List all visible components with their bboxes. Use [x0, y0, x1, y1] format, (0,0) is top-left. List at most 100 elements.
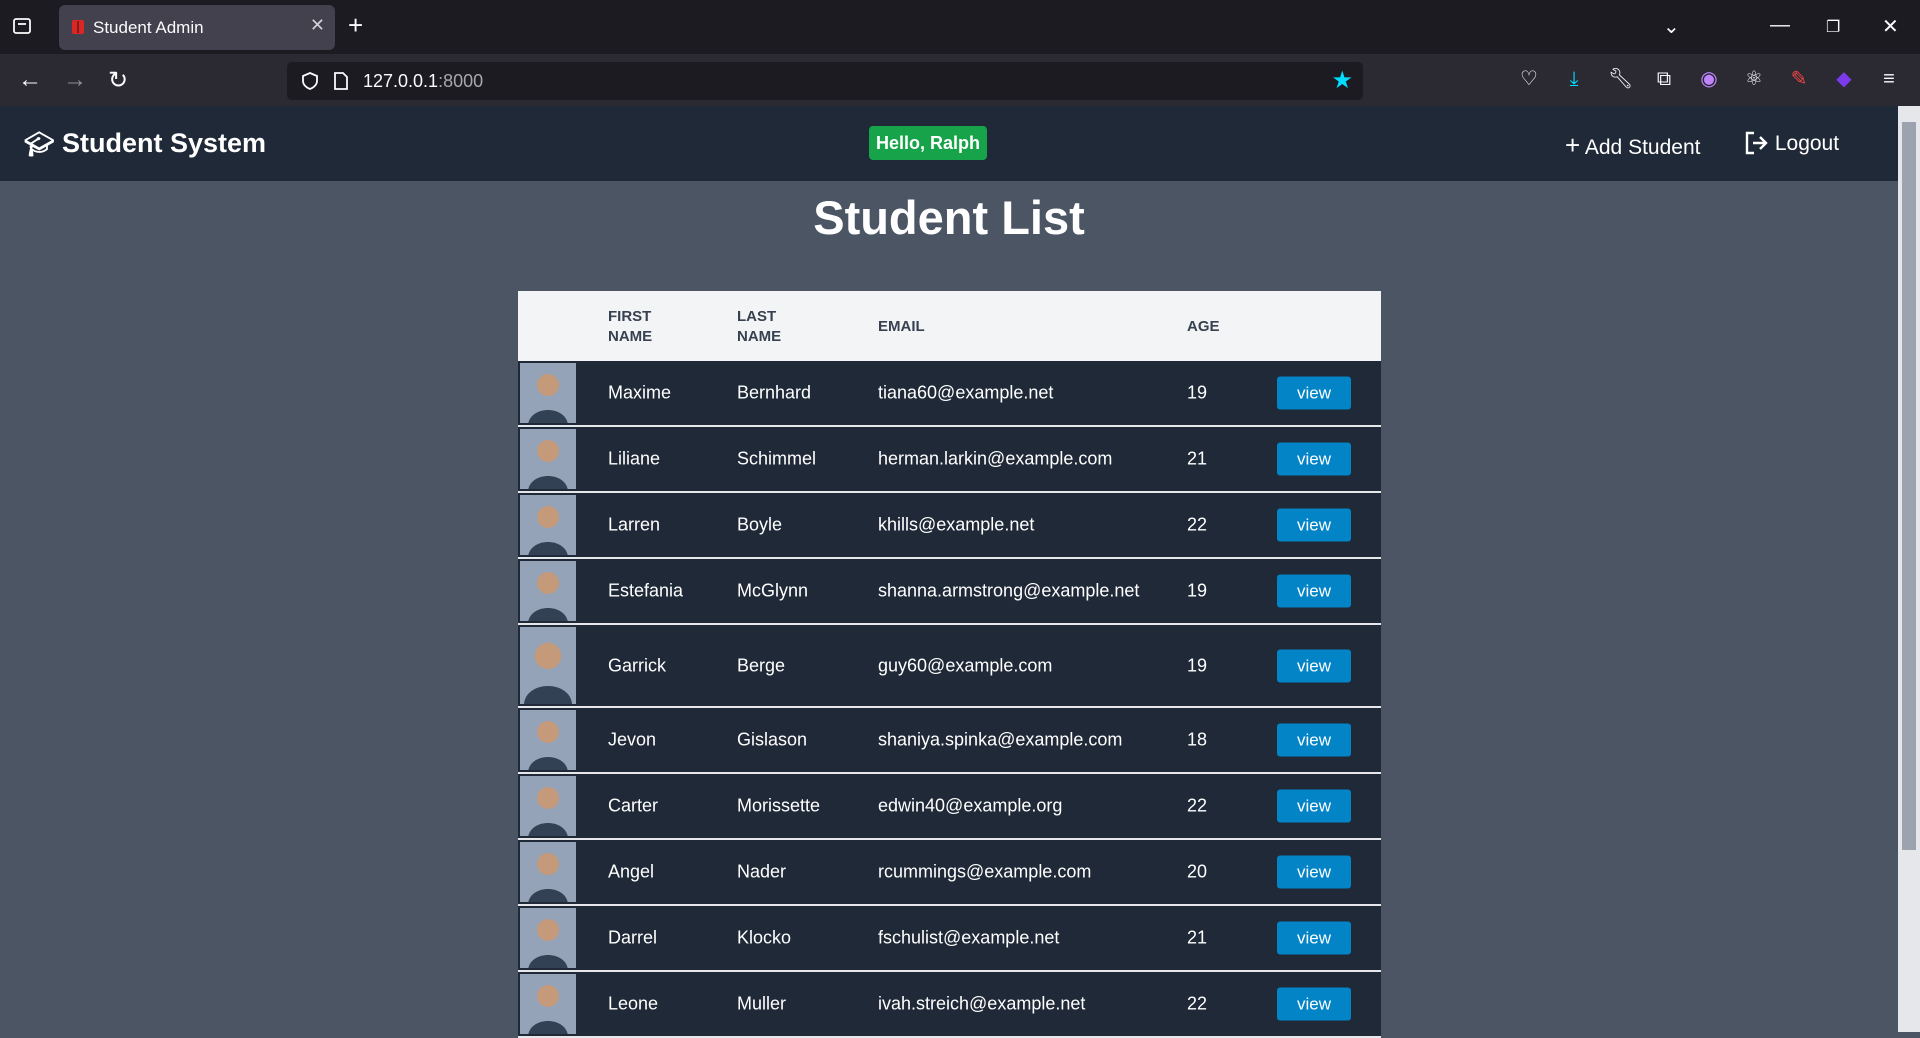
student-photo	[520, 908, 576, 968]
view-button[interactable]: view	[1277, 855, 1351, 889]
view-button[interactable]: view	[1277, 921, 1351, 955]
back-icon[interactable]: ←	[18, 66, 42, 94]
shield-icon[interactable]	[301, 72, 319, 90]
person-avatar-icon	[520, 974, 576, 1034]
person-avatar-icon	[520, 495, 576, 555]
student-photo	[520, 776, 576, 836]
last-name-cell: Klocko	[737, 927, 792, 948]
last-name-cell: Bernhard	[737, 382, 812, 403]
last-name-cell: Berge	[737, 655, 786, 675]
student-photo	[520, 561, 576, 621]
wave-extension-icon[interactable]: ◉	[1698, 68, 1720, 90]
reload-icon[interactable]: ↻	[108, 66, 128, 95]
column-age: AGE	[1187, 318, 1220, 335]
tab-overflow-chevron-icon[interactable]: ⌄	[1663, 14, 1680, 39]
age-cell: 19	[1187, 580, 1208, 601]
person-avatar-icon	[520, 429, 576, 489]
email-cell: tiana60@example.net	[878, 382, 1054, 403]
age-cell: 19	[1187, 655, 1208, 675]
browser-tab-bar: Student Admin ✕ + ⌄ — ❐ ✕	[0, 0, 1920, 54]
scrollbar-thumb[interactable]	[1902, 122, 1916, 850]
email-cell: herman.larkin@example.com	[878, 448, 1113, 469]
close-tab-icon[interactable]: ✕	[310, 15, 325, 36]
view-button[interactable]: view	[1277, 723, 1351, 757]
table-row: Carter Morissette edwin40@example.org 22 vie…	[518, 774, 1381, 840]
graduation-cap-icon: 🎓︎	[24, 131, 55, 158]
minimize-icon[interactable]: —	[1770, 14, 1790, 37]
url-bar[interactable]: 127.0.0.1:8000 ★	[287, 62, 1363, 100]
view-button[interactable]: view	[1277, 574, 1351, 608]
view-button[interactable]: view	[1277, 376, 1351, 410]
tab-title: Student Admin	[93, 18, 204, 37]
table-row: Liliane Schimmel herman.larkin@example.com…	[518, 427, 1381, 493]
last-name-cell: McGlynn	[737, 580, 809, 601]
age-cell: 20	[1187, 861, 1208, 882]
url-host: 127.0.0.1	[363, 71, 439, 91]
react-extension-icon[interactable]: ⚛	[1743, 68, 1765, 90]
url-port: :8000	[438, 71, 484, 91]
table-row: Leone Muller ivah.streich@example.net 22 vie…	[518, 972, 1381, 1038]
page-scrollbar[interactable]	[1898, 106, 1920, 1032]
bookmark-star-icon[interactable]: ★	[1331, 66, 1353, 95]
brand-name: Student System	[61, 128, 267, 158]
view-button[interactable]: view	[1277, 987, 1351, 1021]
add-student-button[interactable]: + Add Student	[1565, 130, 1700, 161]
url-text[interactable]: 127.0.0.1:8000	[363, 71, 483, 92]
page-icon	[334, 72, 348, 90]
window-close-icon[interactable]: ✕	[1882, 14, 1899, 39]
person-avatar-icon	[520, 776, 576, 836]
pocket-icon[interactable]: ♡	[1518, 68, 1540, 90]
restore-icon[interactable]: ❐	[1826, 17, 1840, 37]
first-name-cell: Darrel	[608, 927, 658, 948]
age-cell: 21	[1187, 927, 1208, 948]
color-picker-icon[interactable]: ✎	[1788, 68, 1810, 90]
browser-tab[interactable]: Student Admin ✕	[59, 5, 335, 50]
table-row: Garrick Berge guy60@example.com 19 view	[518, 625, 1381, 708]
first-name-cell: Leone	[608, 993, 659, 1014]
person-avatar-icon	[520, 842, 576, 902]
forward-icon[interactable]: →	[63, 66, 87, 94]
first-name-cell: Jevon	[608, 729, 657, 750]
first-name-cell: Liliane	[608, 448, 661, 469]
age-cell: 18	[1187, 729, 1208, 750]
person-avatar-icon	[520, 710, 576, 770]
age-cell: 22	[1187, 795, 1208, 816]
tab-list-icon[interactable]	[12, 16, 32, 36]
downloads-icon[interactable]: ⤓	[1563, 68, 1585, 90]
table-row: Darrel Klocko fschulist@example.net 21 view	[518, 906, 1381, 972]
table-header: FIRST NAME LAST NAME EMAIL AGE	[518, 291, 1381, 361]
view-button[interactable]: view	[1277, 649, 1351, 682]
logout-icon	[1745, 131, 1768, 155]
page-title: Student List	[813, 191, 1085, 244]
student-photo	[520, 495, 576, 555]
view-button[interactable]: view	[1277, 789, 1351, 823]
email-cell: fschulist@example.net	[878, 927, 1060, 948]
column-first-name: FIRST NAME	[608, 308, 653, 345]
first-name-cell: Estefania	[608, 580, 684, 601]
age-cell: 22	[1187, 514, 1208, 535]
age-cell: 19	[1187, 382, 1208, 403]
student-photo	[520, 429, 576, 489]
first-name-cell: Garrick	[608, 655, 666, 675]
table-row: Angel Nader rcummings@example.com 20 view	[518, 840, 1381, 906]
extensions-icon[interactable]: ⧉	[1653, 68, 1675, 90]
table-row: Maxime Bernhard tiana60@example.net 19 view	[518, 361, 1381, 427]
extension-gem-icon[interactable]: ◆	[1833, 68, 1855, 90]
greeting-badge: Hello, Ralph	[869, 126, 987, 160]
brand[interactable]: 🎓︎ Student System	[24, 128, 266, 159]
logout-button[interactable]: Logout	[1743, 130, 1839, 156]
age-cell: 22	[1187, 993, 1208, 1014]
view-button[interactable]: view	[1277, 508, 1351, 542]
view-button[interactable]: view	[1277, 442, 1351, 476]
email-cell: guy60@example.com	[878, 655, 1053, 675]
last-name-cell: Gislason	[737, 729, 808, 750]
menu-icon[interactable]: ≡	[1878, 68, 1900, 90]
email-cell: rcummings@example.com	[878, 861, 1092, 882]
wrench-icon[interactable]: 🔧︎	[1608, 68, 1633, 90]
student-photo	[520, 974, 576, 1034]
logout-label: Logout	[1774, 132, 1840, 155]
new-tab-icon[interactable]: +	[348, 10, 363, 41]
student-photo	[520, 363, 576, 423]
table-row: Larren Boyle khills@example.net 22 view	[518, 493, 1381, 559]
student-photo	[520, 710, 576, 770]
